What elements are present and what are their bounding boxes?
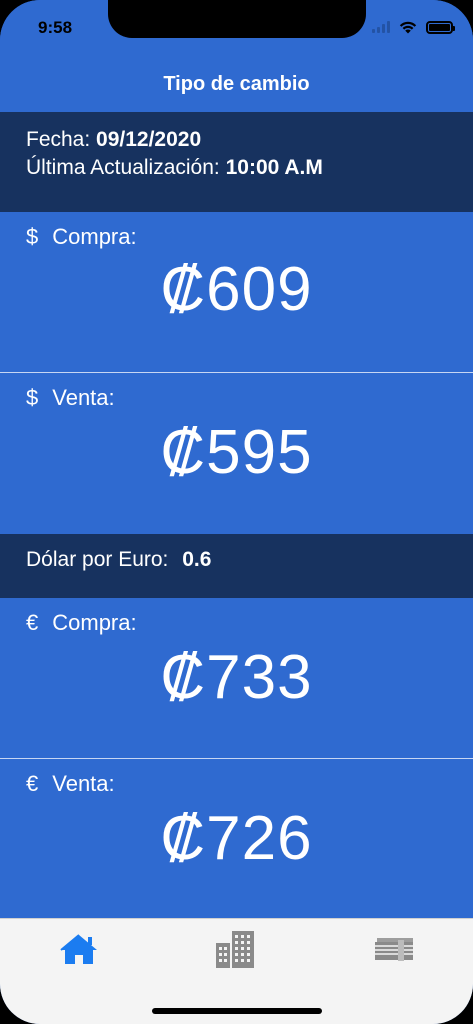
euro-buy-label: Compra:: [52, 610, 137, 635]
page-title: Tipo de cambio: [163, 73, 310, 95]
euro-rate-panel: Dólar por Euro: 0.6: [0, 534, 473, 598]
euro-buy-value: ₡733: [160, 643, 313, 712]
dollar-buy-label: Compra:: [52, 224, 137, 249]
status-icons: [372, 20, 455, 34]
wifi-icon: [399, 21, 417, 34]
fecha-row: Fecha: 09/12/2020: [26, 126, 447, 154]
home-indicator[interactable]: [152, 1008, 322, 1014]
euro-sell-card: € Venta: ₡726: [0, 759, 473, 918]
euro-symbol: €: [26, 771, 39, 796]
update-value: 10:00 A.M: [225, 156, 323, 179]
update-label: Última Actualización:: [26, 156, 220, 179]
fecha-value: 09/12/2020: [96, 128, 202, 151]
euro-symbol: €: [26, 610, 39, 635]
tab-home[interactable]: [57, 927, 101, 971]
dollar-sell-card: $ Venta: ₡595: [0, 373, 473, 534]
battery-icon: [426, 20, 455, 34]
status-bar: 9:58: [0, 0, 473, 56]
update-row: Última Actualización: 10:00 A.M: [26, 154, 447, 182]
dollar-sell-value: ₡595: [160, 418, 313, 487]
dollar-sell-label-row: $ Venta:: [26, 385, 115, 411]
dollar-symbol: $: [26, 385, 39, 410]
app-screen: 9:58 Tipo de cambio Fecha: 09/12/2020 Úl…: [0, 0, 473, 1024]
dollar-buy-value: ₡609: [160, 255, 313, 324]
euro-rate-value: 0.6: [182, 548, 212, 571]
euro-sell-label: Venta:: [52, 771, 115, 796]
home-icon: [60, 934, 97, 964]
dollar-buy-label-row: $ Compra:: [26, 224, 137, 250]
dollar-symbol: $: [26, 224, 39, 249]
cellular-signal-icon: [372, 21, 390, 33]
buildings-icon: [216, 931, 254, 968]
euro-buy-label-row: € Compra:: [26, 610, 137, 636]
fecha-label: Fecha:: [26, 128, 91, 151]
tab-banks[interactable]: [214, 927, 258, 971]
notch: [108, 0, 366, 38]
euro-rate-label: Dólar por Euro:: [26, 548, 169, 571]
euro-sell-label-row: € Venta:: [26, 771, 115, 797]
dollar-buy-card: $ Compra: ₡609: [0, 212, 473, 372]
euro-buy-card: € Compra: ₡733: [0, 598, 473, 758]
dollar-sell-label: Venta:: [52, 385, 115, 410]
status-time: 9:58: [38, 18, 73, 37]
date-info-panel: Fecha: 09/12/2020 Última Actualización: …: [0, 112, 473, 212]
money-stack-icon: [375, 938, 413, 961]
euro-sell-value: ₡726: [160, 804, 313, 873]
tab-money[interactable]: [372, 927, 416, 971]
